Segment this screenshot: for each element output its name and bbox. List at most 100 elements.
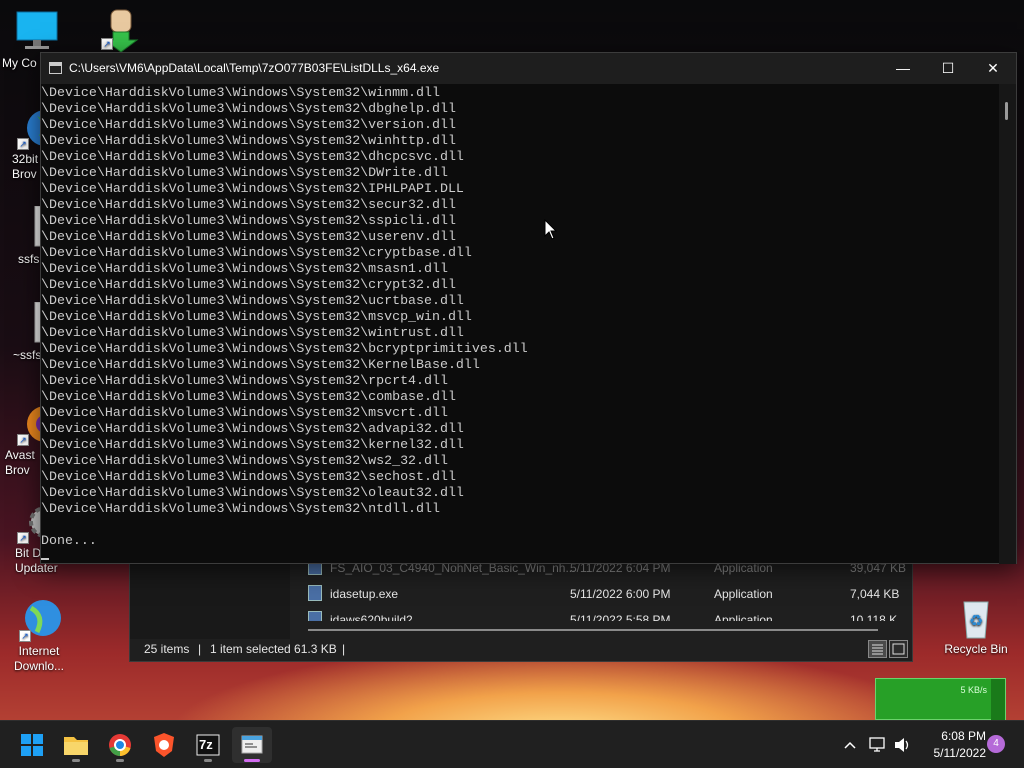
application-file-icon	[308, 585, 322, 601]
file-name: idaws620build2	[330, 613, 413, 621]
network-speed-label: 5 KB/s	[960, 685, 987, 695]
folder-icon	[64, 737, 88, 755]
desktop-icon-internet-download-manager[interactable]: ↗ Internet Downlo...	[4, 598, 74, 674]
console-line: \Device\HarddiskVolume3\Windows\System32…	[41, 101, 456, 116]
large-icons-view-button[interactable]	[889, 640, 908, 658]
running-indicator	[72, 759, 80, 762]
taskbar-file-explorer[interactable]	[56, 727, 96, 763]
title-bar[interactable]: C:\Users\VM6\AppData\Local\Temp\7zO077B0…	[41, 53, 1016, 84]
volume-tray-button[interactable]	[892, 721, 912, 768]
show-hidden-icons-button[interactable]	[842, 721, 858, 768]
widget-scrollbar[interactable]	[991, 679, 1005, 721]
console-line: \Device\HarddiskVolume3\Windows\System32…	[41, 453, 448, 468]
file-row[interactable]: idasetup.exe 5/11/2022 6:00 PM Applicati…	[308, 581, 900, 607]
console-line: \Device\HarddiskVolume3\Windows\System32…	[41, 245, 472, 260]
7zip-icon-label: 7z	[199, 737, 213, 752]
console-line: \Device\HarddiskVolume3\Windows\System32…	[41, 133, 456, 148]
window-title: C:\Users\VM6\AppData\Local\Temp\7zO077B0…	[69, 61, 440, 75]
status-separator: |	[198, 642, 202, 656]
shortcut-arrow-icon: ↗	[101, 38, 113, 50]
vertical-scrollbar[interactable]	[999, 84, 1016, 564]
console-line: \Device\HarddiskVolume3\Windows\System32…	[41, 213, 456, 228]
file-type: Application	[714, 613, 773, 621]
brave-icon	[154, 733, 174, 757]
clock-date: 5/11/2022	[933, 746, 987, 760]
file-type: Application	[714, 587, 773, 601]
item-count: 25 items	[144, 642, 190, 656]
chevron-up-icon	[844, 741, 856, 749]
running-indicator	[244, 759, 260, 762]
recycle-bin-icon: ♻	[954, 596, 998, 640]
desktop-icon-label: Internet Downlo...	[13, 644, 65, 673]
status-separator: |	[342, 642, 346, 656]
console-line: \Device\HarddiskVolume3\Windows\System32…	[41, 261, 448, 276]
mouse-cursor-icon	[544, 219, 558, 240]
text-caret	[41, 558, 49, 560]
console-line: \Device\HarddiskVolume3\Windows\System32…	[41, 229, 456, 244]
running-indicator	[116, 759, 124, 762]
taskbar-7zip[interactable]: 7z	[188, 727, 228, 763]
minimize-button[interactable]: —	[880, 53, 926, 84]
network-icon	[869, 737, 885, 752]
notification-badge[interactable]: 4	[987, 735, 1005, 753]
shortcut-arrow-icon: ↗	[17, 532, 29, 544]
console-line: Done...	[41, 533, 97, 548]
console-line: \Device\HarddiskVolume3\Windows\System32…	[41, 181, 464, 196]
console-icon	[241, 735, 263, 754]
console-line: \Device\HarddiskVolume3\Windows\System32…	[41, 389, 456, 404]
console-line: \Device\HarddiskVolume3\Windows\System32…	[41, 501, 440, 516]
console-line: \Device\HarddiskVolume3\Windows\System32…	[41, 373, 448, 388]
network-meter-widget[interactable]: 5 KB/s	[875, 678, 1006, 721]
taskbar-chrome[interactable]	[100, 727, 140, 763]
taskbar-brave[interactable]	[144, 727, 184, 763]
console-line: \Device\HarddiskVolume3\Windows\System32…	[41, 421, 464, 436]
running-indicator	[204, 759, 212, 762]
console-window[interactable]: C:\Users\VM6\AppData\Local\Temp\7zO077B0…	[40, 52, 1017, 564]
taskbar-console[interactable]	[232, 727, 272, 763]
scrollbar-thumb[interactable]	[1005, 102, 1008, 120]
desktop-icon-download[interactable]: ↗	[86, 6, 156, 53]
console-line: \Device\HarddiskVolume3\Windows\System32…	[41, 149, 464, 164]
file-date: 5/11/2022 6:00 PM	[570, 587, 671, 601]
start-button[interactable]	[12, 727, 52, 763]
maximize-button[interactable]: ☐	[925, 53, 971, 84]
file-explorer-window[interactable]: FS_AIO_03_C4940_NohNet_Basic_Win_nh... 5…	[129, 559, 913, 662]
taskbar: 7z 6:08 PM 5/11/2022	[0, 720, 1024, 768]
horizontal-scrollbar[interactable]	[308, 629, 878, 631]
console-line: \Device\HarddiskVolume3\Windows\System32…	[41, 293, 464, 308]
shortcut-arrow-icon: ↗	[19, 630, 31, 642]
large-icons-view-icon	[892, 643, 905, 655]
console-line: \Device\HarddiskVolume3\Windows\System32…	[41, 341, 528, 356]
console-line: \Device\HarddiskVolume3\Windows\System32…	[41, 485, 464, 500]
console-output[interactable]: \Device\HarddiskVolume3\Windows\System32…	[41, 84, 1001, 564]
details-view-icon	[872, 644, 883, 655]
details-view-button[interactable]	[868, 640, 887, 658]
navigation-pane[interactable]	[130, 563, 290, 639]
console-line: \Device\HarddiskVolume3\Windows\System32…	[41, 405, 448, 420]
desktop-icon-recycle-bin[interactable]: ♻ Recycle Bin	[940, 596, 1012, 657]
console-line: \Device\HarddiskVolume3\Windows\System32…	[41, 469, 456, 484]
chrome-icon	[109, 734, 131, 756]
file-date: 5/11/2022 5:58 PM	[570, 613, 671, 621]
application-file-icon	[308, 611, 322, 621]
console-line: \Device\HarddiskVolume3\Windows\System32…	[41, 325, 464, 340]
console-line: \Device\HarddiskVolume3\Windows\System32…	[41, 85, 440, 100]
file-size: 7,044 KB	[850, 587, 900, 601]
console-line: \Device\HarddiskVolume3\Windows\System32…	[41, 309, 472, 324]
console-app-icon	[49, 62, 62, 74]
file-row[interactable]: idaws620build2 5/11/2022 5:58 PM Applica…	[308, 607, 898, 621]
monitor-icon	[15, 10, 59, 54]
shortcut-arrow-icon: ↗	[17, 434, 29, 446]
system-clock[interactable]: 6:08 PM 5/11/2022	[920, 728, 987, 762]
file-size: 10,118 KB	[850, 613, 898, 621]
clock-time: 6:08 PM	[941, 729, 986, 743]
console-line: \Device\HarddiskVolume3\Windows\System32…	[41, 197, 456, 212]
svg-text:♻: ♻	[969, 611, 983, 630]
shortcut-arrow-icon: ↗	[17, 138, 29, 150]
file-name: idasetup.exe	[330, 587, 399, 601]
close-button[interactable]: ✕	[970, 53, 1016, 84]
console-line: \Device\HarddiskVolume3\Windows\System32…	[41, 117, 456, 132]
network-tray-button[interactable]	[868, 721, 888, 768]
console-prompt-line	[41, 549, 1001, 564]
